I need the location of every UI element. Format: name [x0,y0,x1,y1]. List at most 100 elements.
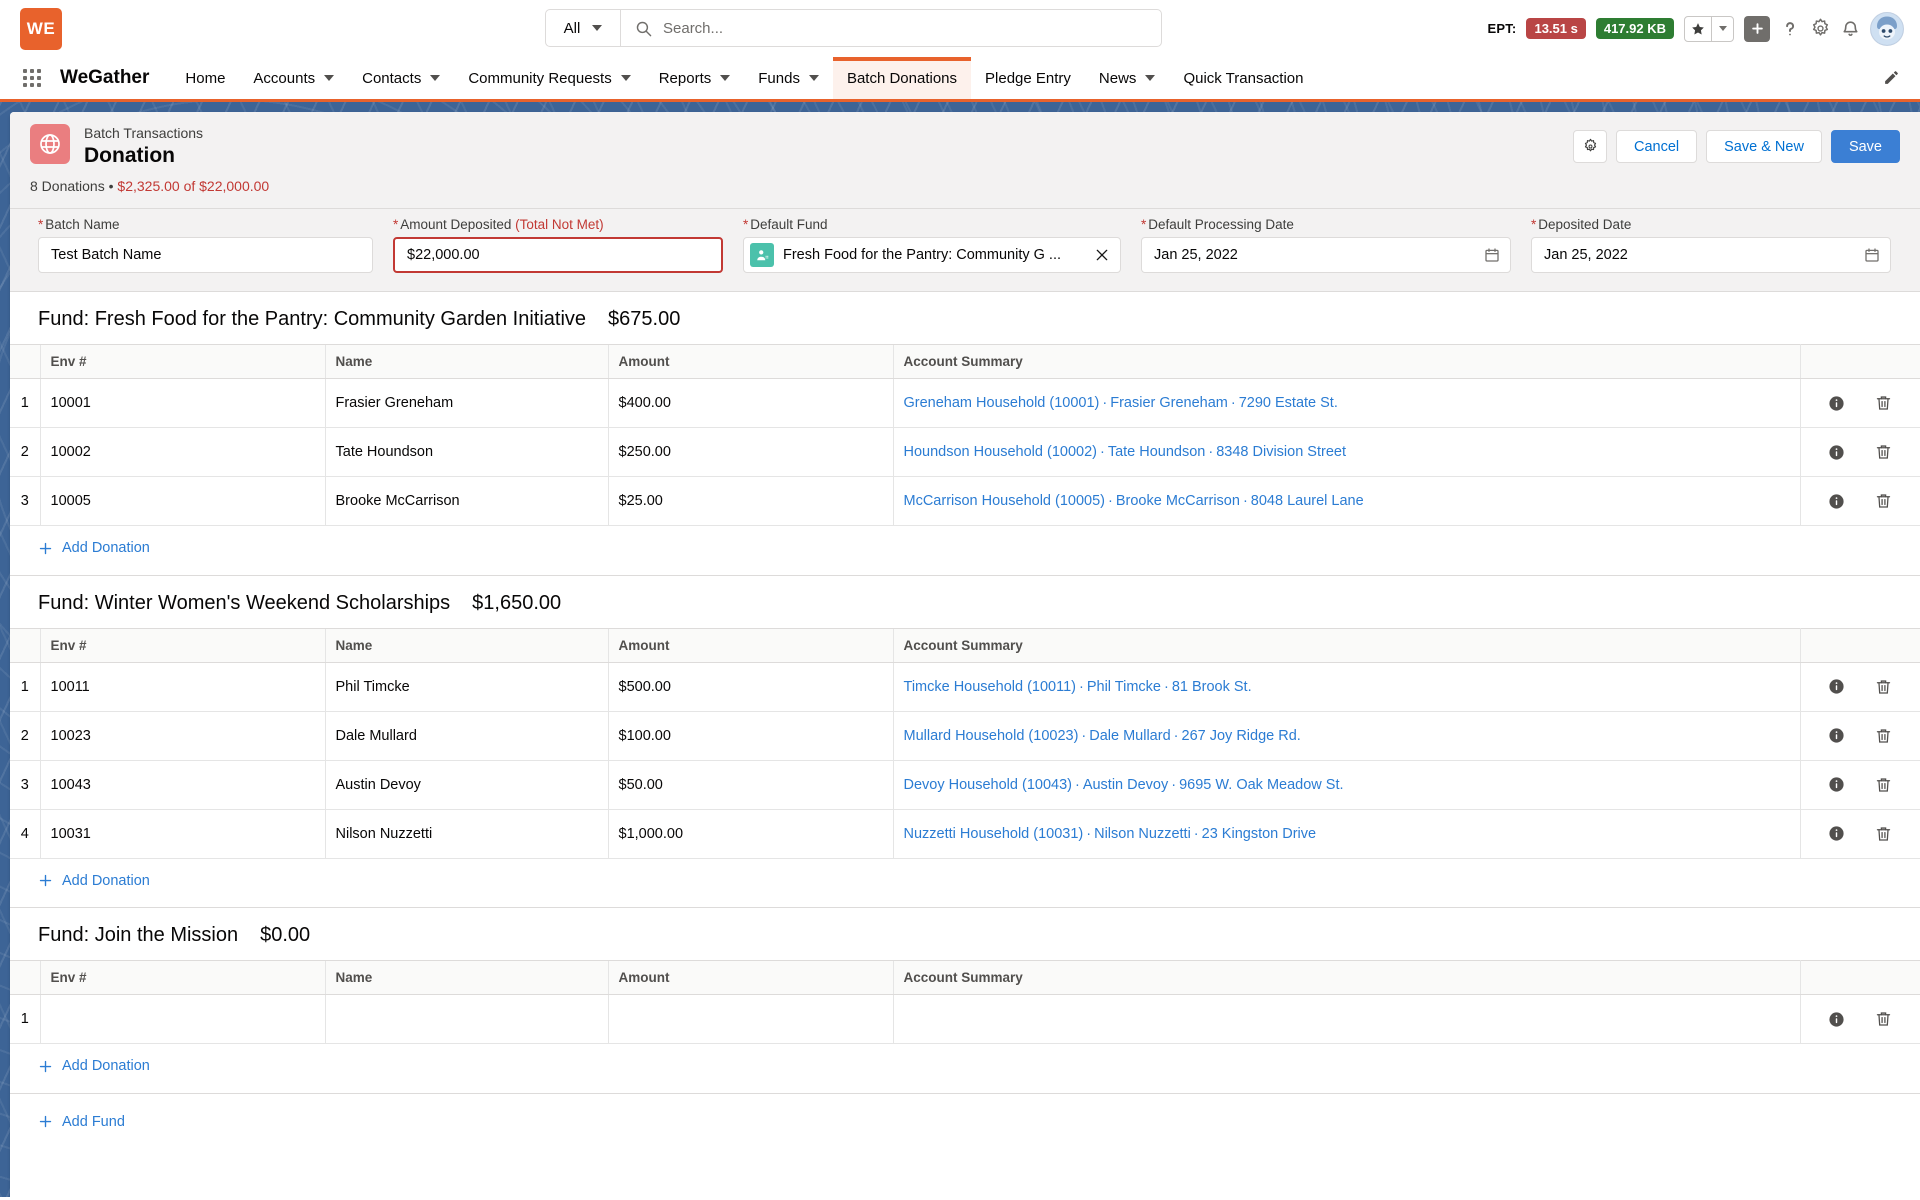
info-icon[interactable] [1828,1011,1845,1028]
cell-amount[interactable]: $500.00 [607,662,893,712]
avatar[interactable] [1870,11,1904,46]
info-icon[interactable] [1828,395,1845,412]
account-summary-link[interactable]: Austin Devoy [1083,777,1168,793]
plus-icon[interactable] [1744,15,1770,42]
trash-icon[interactable] [1875,776,1892,794]
info-icon[interactable] [1828,825,1845,842]
column-header[interactable]: Name [324,344,608,380]
add-donation-button[interactable]: Add Donation [38,873,150,889]
nav-item-pledge-entry[interactable]: Pledge Entry [971,57,1085,99]
chevron-down-icon[interactable] [324,75,335,81]
search-scope-dropdown[interactable]: All [546,10,621,46]
trash-icon[interactable] [1875,443,1892,461]
favorites-chevron-down-icon[interactable] [1711,16,1733,41]
cell-amount[interactable]: $1,000.00 [607,809,893,859]
info-icon[interactable] [1828,776,1845,793]
cell-amount[interactable]: $250.00 [607,427,893,478]
info-icon[interactable] [1828,727,1845,744]
column-header[interactable]: Env # [39,627,325,663]
cell-donor-name[interactable]: Phil Timcke [324,662,608,712]
nav-item-news[interactable]: News [1085,57,1170,99]
favorites-group[interactable] [1684,15,1734,42]
global-search[interactable]: All [545,9,1162,47]
account-summary-link[interactable]: Houndson Household (10002) [904,444,1097,460]
account-summary-link[interactable]: Dale Mullard [1089,728,1170,744]
cell-donor-name[interactable]: Austin Devoy [324,760,608,810]
cell-env-number[interactable]: 10011 [39,662,325,712]
cell-amount[interactable] [607,994,893,1045]
app-launcher-icon[interactable] [0,57,46,99]
default-processing-date-input[interactable]: Jan 25, 2022 [1141,237,1511,274]
save-button[interactable]: Save [1830,130,1900,163]
trash-icon[interactable] [1875,492,1892,510]
notifications-bell-icon[interactable] [1841,18,1860,39]
info-icon[interactable] [1828,678,1845,695]
cell-amount[interactable]: $400.00 [607,378,893,429]
cell-amount[interactable]: $100.00 [607,711,893,761]
info-icon[interactable] [1828,444,1845,461]
save-and-new-button[interactable]: Save & New [1706,130,1822,163]
column-header[interactable]: Amount [607,344,893,380]
chevron-down-icon[interactable] [430,75,441,81]
info-icon[interactable] [1828,493,1845,510]
account-summary-link[interactable]: Phil Timcke [1087,679,1161,695]
account-summary-link[interactable]: Greneham Household (10001) [904,395,1100,411]
column-header[interactable]: Env # [39,344,325,380]
chevron-down-icon[interactable] [808,75,819,81]
setup-gear-icon[interactable] [1810,18,1831,39]
nav-item-contacts[interactable]: Contacts [348,57,454,99]
account-summary-link[interactable]: Devoy Household (10043) [904,777,1072,793]
cell-amount[interactable]: $25.00 [607,476,893,527]
nav-item-funds[interactable]: Funds [744,57,833,99]
app-logo[interactable]: WE [20,7,62,50]
cell-env-number[interactable]: 10031 [39,809,325,859]
add-donation-button[interactable]: Add Donation [38,540,150,556]
add-fund-button[interactable]: Add Fund [38,1114,125,1130]
column-header[interactable]: Account Summary [892,627,1801,663]
trash-icon[interactable] [1875,678,1892,696]
nav-item-reports[interactable]: Reports [645,57,745,99]
add-donation-button[interactable]: Add Donation [38,1058,150,1074]
cell-donor-name[interactable]: Frasier Greneham [324,378,608,429]
column-header[interactable]: Account Summary [892,344,1801,380]
cell-amount[interactable]: $50.00 [607,760,893,810]
account-summary-link[interactable]: Mullard Household (10023) [904,728,1079,744]
cell-donor-name[interactable] [324,994,608,1045]
nav-item-home[interactable]: Home [171,57,239,99]
nav-item-accounts[interactable]: Accounts [239,57,348,99]
nav-item-quick-transaction[interactable]: Quick Transaction [1169,57,1317,99]
account-summary-link[interactable]: 23 Kingston Drive [1202,826,1316,842]
column-header[interactable]: Amount [607,627,893,663]
calendar-icon[interactable] [1484,247,1500,263]
column-header[interactable]: Name [324,960,608,996]
cell-donor-name[interactable]: Tate Houndson [324,427,608,478]
account-summary-link[interactable]: 8348 Division Street [1216,444,1346,460]
cell-env-number[interactable]: 10023 [39,711,325,761]
cell-env-number[interactable]: 10005 [39,476,325,527]
edit-nav-pencil-icon[interactable] [1883,69,1900,91]
batch-name-input[interactable]: Test Batch Name [38,237,373,274]
star-icon[interactable] [1685,17,1711,41]
default-fund-lookup[interactable]: Fresh Food for the Pantry: Community G .… [743,237,1121,274]
cell-env-number[interactable]: 10001 [39,378,325,429]
account-summary-link[interactable]: Timcke Household (10011) [904,679,1076,695]
account-summary-link[interactable]: 7290 Estate St. [1239,395,1338,411]
column-header[interactable]: Name [324,627,608,663]
nav-item-batch-donations[interactable]: Batch Donations [832,57,972,99]
column-header[interactable]: Account Summary [892,960,1801,996]
account-summary-link[interactable]: Frasier Greneham [1110,395,1228,411]
account-summary-link[interactable]: Brooke McCarrison [1116,493,1240,509]
account-summary-link[interactable]: 267 Joy Ridge Rd. [1182,728,1301,744]
chevron-down-icon[interactable] [1145,75,1156,81]
cancel-button[interactable]: Cancel [1616,130,1698,163]
cell-donor-name[interactable]: Nilson Nuzzetti [324,809,608,859]
cell-donor-name[interactable]: Dale Mullard [324,711,608,761]
account-summary-link[interactable]: 9695 W. Oak Meadow St. [1179,777,1343,793]
cell-env-number[interactable] [39,994,325,1045]
trash-icon[interactable] [1875,1010,1892,1028]
amount-deposited-input[interactable]: $22,000.00 [393,237,723,274]
cell-env-number[interactable]: 10043 [39,760,325,810]
deposited-date-input[interactable]: Jan 25, 2022 [1531,237,1891,274]
nav-item-community-requests[interactable]: Community Requests [454,57,644,99]
search-input[interactable] [663,10,1161,46]
